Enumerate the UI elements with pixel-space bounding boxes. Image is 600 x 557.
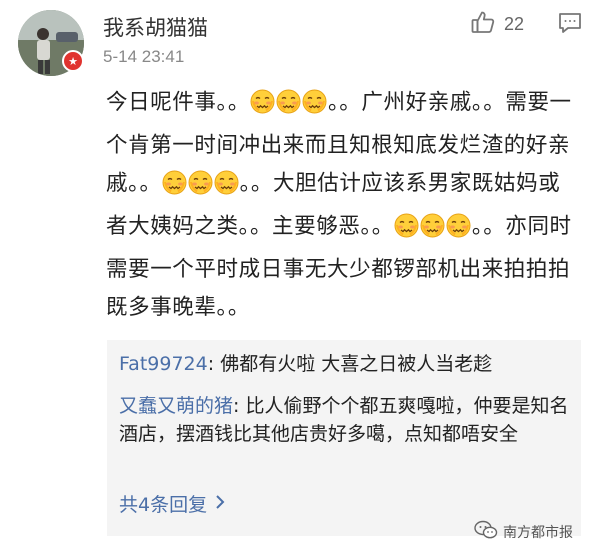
reply-button[interactable]	[557, 11, 583, 39]
embarrassed-face-emoji-icon	[394, 213, 419, 238]
reply-icon	[557, 13, 583, 39]
comment-body: 今日呢件事。。 。。广州好亲戚。。需要一个肯第一时间冲出来而且知根知底发烂渣的好亲…	[106, 84, 582, 327]
reply-thread: Fat99724: 佛都有火啦 大喜之日被人当老趁 又蠢又萌的猪: 比人偷野个个…	[107, 340, 581, 536]
timestamp: 5-14 23:41	[103, 47, 185, 66]
embarrassed-face-emoji-icon	[214, 170, 239, 195]
wechat-icon	[474, 520, 498, 544]
reply-item: Fat99724: 佛都有火啦 大喜之日被人当老趁	[119, 350, 574, 378]
embarrassed-face-emoji-icon	[446, 213, 471, 238]
username[interactable]: 我系胡猫猫	[103, 12, 208, 42]
watermark: 南方都市报	[474, 520, 573, 544]
comment-text: 今日呢件事。。	[106, 90, 250, 115]
like-count: 22	[504, 13, 525, 34]
reply-item: 又蠢又萌的猪: 比人偷野个个都五爽嘎啦，仲要是知名酒店，摆酒钱比其他店贵好多噶，…	[119, 392, 574, 448]
emoji-group	[162, 170, 240, 208]
thumbs-up-icon	[470, 9, 496, 39]
comment-card: ★ 我系胡猫猫 5-14 23:41 22 今日呢件事。。 。。广州好亲戚。。需要…	[0, 0, 600, 557]
emoji-group	[250, 89, 328, 127]
reply-separator: :	[233, 395, 246, 417]
chevron-right-icon	[215, 493, 225, 515]
embarrassed-face-emoji-icon	[188, 170, 213, 195]
verified-badge-icon: ★	[62, 50, 84, 72]
reply-author[interactable]: 又蠢又萌的猪	[119, 395, 233, 417]
reply-author[interactable]: Fat99724	[119, 353, 208, 375]
reply-text: 佛都有火啦 大喜之日被人当老趁	[220, 353, 493, 375]
embarrassed-face-emoji-icon	[162, 170, 187, 195]
more-replies-link[interactable]: 共4条回复	[119, 490, 225, 517]
embarrassed-face-emoji-icon	[250, 89, 275, 114]
like-button[interactable]: 22	[470, 9, 524, 39]
watermark-text: 南方都市报	[503, 525, 573, 541]
more-replies-label: 共4条回复	[119, 494, 208, 516]
embarrassed-face-emoji-icon	[420, 213, 445, 238]
emoji-group	[394, 213, 472, 251]
embarrassed-face-emoji-icon	[276, 89, 301, 114]
reply-separator: :	[207, 353, 221, 375]
embarrassed-face-emoji-icon	[302, 89, 327, 114]
